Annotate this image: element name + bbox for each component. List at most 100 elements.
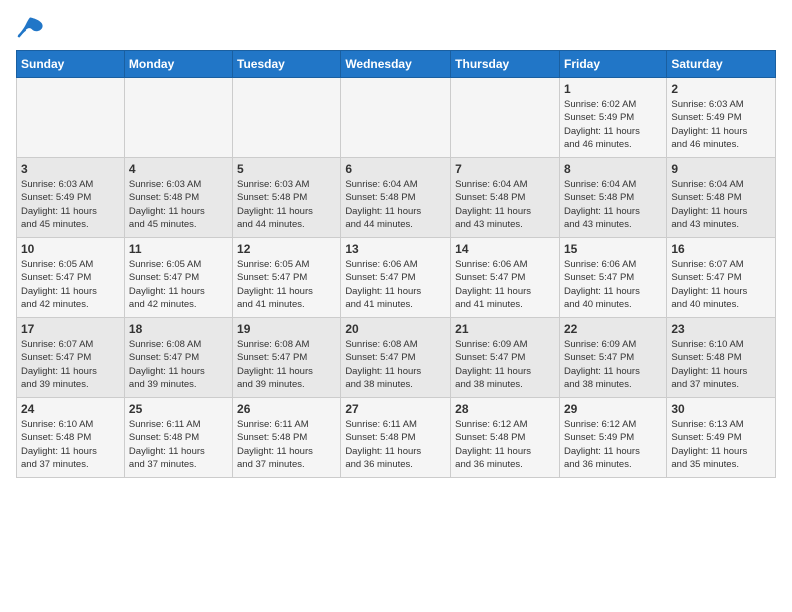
calendar-cell bbox=[233, 78, 341, 158]
day-number: 3 bbox=[21, 162, 120, 176]
day-number: 11 bbox=[129, 242, 228, 256]
day-info: Sunrise: 6:11 AM Sunset: 5:48 PM Dayligh… bbox=[129, 418, 228, 471]
day-number: 10 bbox=[21, 242, 120, 256]
day-number: 7 bbox=[455, 162, 555, 176]
logo bbox=[16, 16, 48, 40]
day-info: Sunrise: 6:06 AM Sunset: 5:47 PM Dayligh… bbox=[564, 258, 662, 311]
calendar-cell: 20Sunrise: 6:08 AM Sunset: 5:47 PM Dayli… bbox=[341, 318, 451, 398]
day-number: 26 bbox=[237, 402, 336, 416]
day-number: 29 bbox=[564, 402, 662, 416]
day-info: Sunrise: 6:05 AM Sunset: 5:47 PM Dayligh… bbox=[129, 258, 228, 311]
day-info: Sunrise: 6:08 AM Sunset: 5:47 PM Dayligh… bbox=[237, 338, 336, 391]
logo-icon bbox=[16, 16, 44, 40]
calendar-cell: 12 Sunrise: 6:05 AM Sunset: 5:47 PM Dayli… bbox=[233, 238, 341, 318]
calendar-cell: 3 Sunrise: 6:03 AM Sunset: 5:49 PM Daylig… bbox=[17, 158, 125, 238]
calendar-cell: 21 Sunrise: 6:09 AM Sunset: 5:47 PM Dayli… bbox=[451, 318, 560, 398]
calendar-cell: 7 Sunrise: 6:04 AM Sunset: 5:48 PM Daylig… bbox=[451, 158, 560, 238]
day-number: 6 bbox=[345, 162, 446, 176]
day-info: Sunrise: 6:09 AM Sunset: 5:47 PM Dayligh… bbox=[564, 338, 662, 391]
day-info: Sunrise: 6:05 AM Sunset: 5:47 PM Dayligh… bbox=[237, 258, 336, 311]
calendar-cell: 16 Sunrise: 6:07 AM Sunset: 5:47 PM Dayli… bbox=[667, 238, 776, 318]
day-number: 24 bbox=[21, 402, 120, 416]
calendar-cell bbox=[124, 78, 232, 158]
day-number: 23 bbox=[671, 322, 771, 336]
day-header-monday: Monday bbox=[124, 51, 232, 78]
calendar-cell: 10 Sunrise: 6:05 AM Sunset: 5:47 PM Dayli… bbox=[17, 238, 125, 318]
day-number: 25 bbox=[129, 402, 228, 416]
day-info: Sunrise: 6:09 AM Sunset: 5:47 PM Dayligh… bbox=[455, 338, 555, 391]
calendar-cell: 4 Sunrise: 6:03 AM Sunset: 5:48 PM Daylig… bbox=[124, 158, 232, 238]
calendar-cell: 1 Sunrise: 6:02 AM Sunset: 5:49 PM Daylig… bbox=[559, 78, 666, 158]
day-info: Sunrise: 6:13 AM Sunset: 5:49 PM Dayligh… bbox=[671, 418, 771, 471]
calendar-week-row: 17Sunrise: 6:07 AM Sunset: 5:47 PM Dayli… bbox=[17, 318, 776, 398]
calendar-cell: 23 Sunrise: 6:10 AM Sunset: 5:48 PM Dayli… bbox=[667, 318, 776, 398]
calendar-cell: 24 Sunrise: 6:10 AM Sunset: 5:48 PM Dayli… bbox=[17, 398, 125, 478]
calendar-cell: 2 Sunrise: 6:03 AM Sunset: 5:49 PM Daylig… bbox=[667, 78, 776, 158]
day-number: 22 bbox=[564, 322, 662, 336]
day-header-wednesday: Wednesday bbox=[341, 51, 451, 78]
calendar-cell: 19Sunrise: 6:08 AM Sunset: 5:47 PM Dayli… bbox=[233, 318, 341, 398]
calendar-cell: 26 Sunrise: 6:11 AM Sunset: 5:48 PM Dayli… bbox=[233, 398, 341, 478]
day-info: Sunrise: 6:03 AM Sunset: 5:48 PM Dayligh… bbox=[129, 178, 228, 231]
day-number: 5 bbox=[237, 162, 336, 176]
day-header-friday: Friday bbox=[559, 51, 666, 78]
day-number: 8 bbox=[564, 162, 662, 176]
calendar-week-row: 3 Sunrise: 6:03 AM Sunset: 5:49 PM Daylig… bbox=[17, 158, 776, 238]
day-info: Sunrise: 6:03 AM Sunset: 5:49 PM Dayligh… bbox=[21, 178, 120, 231]
day-number: 12 bbox=[237, 242, 336, 256]
calendar-header-row: SundayMondayTuesdayWednesdayThursdayFrid… bbox=[17, 51, 776, 78]
day-info: Sunrise: 6:05 AM Sunset: 5:47 PM Dayligh… bbox=[21, 258, 120, 311]
day-info: Sunrise: 6:12 AM Sunset: 5:48 PM Dayligh… bbox=[455, 418, 555, 471]
day-info: Sunrise: 6:04 AM Sunset: 5:48 PM Dayligh… bbox=[564, 178, 662, 231]
day-info: Sunrise: 6:11 AM Sunset: 5:48 PM Dayligh… bbox=[237, 418, 336, 471]
day-number: 15 bbox=[564, 242, 662, 256]
calendar-cell: 18Sunrise: 6:08 AM Sunset: 5:47 PM Dayli… bbox=[124, 318, 232, 398]
calendar-cell: 29Sunrise: 6:12 AM Sunset: 5:49 PM Dayli… bbox=[559, 398, 666, 478]
day-info: Sunrise: 6:07 AM Sunset: 5:47 PM Dayligh… bbox=[671, 258, 771, 311]
day-header-sunday: Sunday bbox=[17, 51, 125, 78]
day-info: Sunrise: 6:04 AM Sunset: 5:48 PM Dayligh… bbox=[671, 178, 771, 231]
day-info: Sunrise: 6:04 AM Sunset: 5:48 PM Dayligh… bbox=[455, 178, 555, 231]
day-info: Sunrise: 6:02 AM Sunset: 5:49 PM Dayligh… bbox=[564, 98, 662, 151]
calendar-week-row: 10 Sunrise: 6:05 AM Sunset: 5:47 PM Dayli… bbox=[17, 238, 776, 318]
day-info: Sunrise: 6:04 AM Sunset: 5:48 PM Dayligh… bbox=[345, 178, 446, 231]
calendar-cell: 5 Sunrise: 6:03 AM Sunset: 5:48 PM Daylig… bbox=[233, 158, 341, 238]
calendar-week-row: 1 Sunrise: 6:02 AM Sunset: 5:49 PM Daylig… bbox=[17, 78, 776, 158]
day-number: 4 bbox=[129, 162, 228, 176]
day-info: Sunrise: 6:03 AM Sunset: 5:49 PM Dayligh… bbox=[671, 98, 771, 151]
calendar-cell bbox=[17, 78, 125, 158]
day-info: Sunrise: 6:03 AM Sunset: 5:48 PM Dayligh… bbox=[237, 178, 336, 231]
calendar-cell: 28Sunrise: 6:12 AM Sunset: 5:48 PM Dayli… bbox=[451, 398, 560, 478]
day-number: 20 bbox=[345, 322, 446, 336]
page-header bbox=[16, 16, 776, 40]
calendar-cell: 6 Sunrise: 6:04 AM Sunset: 5:48 PM Daylig… bbox=[341, 158, 451, 238]
calendar-cell: 9 Sunrise: 6:04 AM Sunset: 5:48 PM Daylig… bbox=[667, 158, 776, 238]
day-info: Sunrise: 6:10 AM Sunset: 5:48 PM Dayligh… bbox=[671, 338, 771, 391]
day-info: Sunrise: 6:06 AM Sunset: 5:47 PM Dayligh… bbox=[455, 258, 555, 311]
calendar-cell: 17Sunrise: 6:07 AM Sunset: 5:47 PM Dayli… bbox=[17, 318, 125, 398]
day-number: 30 bbox=[671, 402, 771, 416]
day-info: Sunrise: 6:11 AM Sunset: 5:48 PM Dayligh… bbox=[345, 418, 446, 471]
day-info: Sunrise: 6:06 AM Sunset: 5:47 PM Dayligh… bbox=[345, 258, 446, 311]
calendar-cell: 27 Sunrise: 6:11 AM Sunset: 5:48 PM Dayli… bbox=[341, 398, 451, 478]
calendar-cell: 8 Sunrise: 6:04 AM Sunset: 5:48 PM Daylig… bbox=[559, 158, 666, 238]
day-number: 9 bbox=[671, 162, 771, 176]
calendar-cell: 11 Sunrise: 6:05 AM Sunset: 5:47 PM Dayli… bbox=[124, 238, 232, 318]
calendar-cell: 14Sunrise: 6:06 AM Sunset: 5:47 PM Dayli… bbox=[451, 238, 560, 318]
day-number: 18 bbox=[129, 322, 228, 336]
day-number: 2 bbox=[671, 82, 771, 96]
day-header-saturday: Saturday bbox=[667, 51, 776, 78]
calendar-cell bbox=[341, 78, 451, 158]
day-info: Sunrise: 6:07 AM Sunset: 5:47 PM Dayligh… bbox=[21, 338, 120, 391]
day-info: Sunrise: 6:10 AM Sunset: 5:48 PM Dayligh… bbox=[21, 418, 120, 471]
calendar-week-row: 24 Sunrise: 6:10 AM Sunset: 5:48 PM Dayli… bbox=[17, 398, 776, 478]
calendar-cell: 13Sunrise: 6:06 AM Sunset: 5:47 PM Dayli… bbox=[341, 238, 451, 318]
calendar-table: SundayMondayTuesdayWednesdayThursdayFrid… bbox=[16, 50, 776, 478]
day-number: 1 bbox=[564, 82, 662, 96]
day-number: 21 bbox=[455, 322, 555, 336]
day-header-thursday: Thursday bbox=[451, 51, 560, 78]
calendar-cell: 25 Sunrise: 6:11 AM Sunset: 5:48 PM Dayli… bbox=[124, 398, 232, 478]
day-number: 27 bbox=[345, 402, 446, 416]
day-header-tuesday: Tuesday bbox=[233, 51, 341, 78]
day-number: 16 bbox=[671, 242, 771, 256]
